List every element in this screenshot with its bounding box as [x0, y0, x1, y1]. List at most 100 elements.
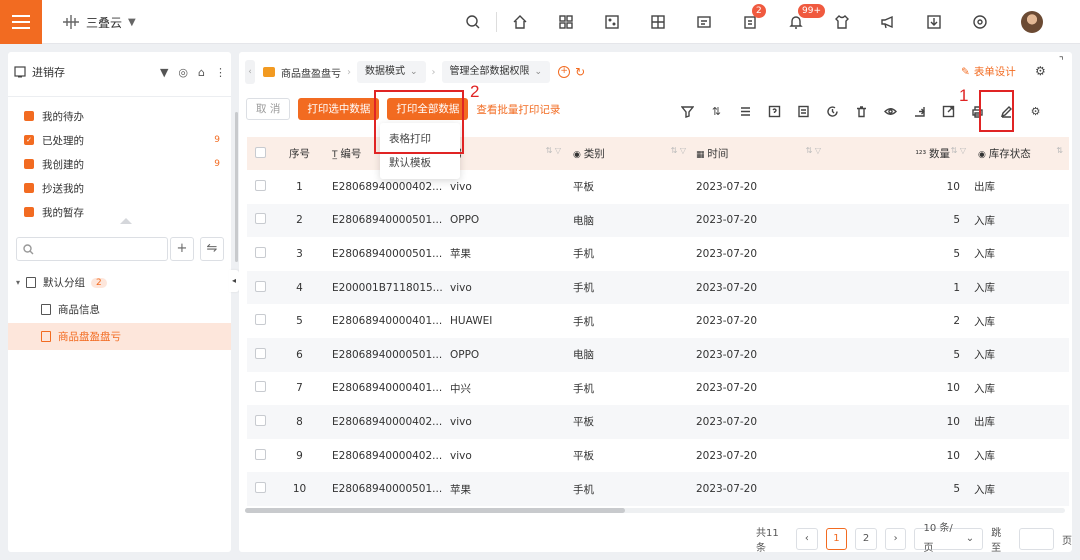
home-icon[interactable]: ⌂	[198, 66, 205, 79]
todo-item-created[interactable]: 我创建的 9	[24, 152, 220, 176]
page-2-button[interactable]: 2	[855, 528, 877, 550]
hamburger-menu-button[interactable]	[0, 0, 42, 44]
row-checkbox[interactable]	[247, 347, 277, 362]
settings-circle-icon[interactable]: ◎	[178, 66, 188, 79]
tree-group-default[interactable]: ▾ 默认分组 2	[8, 269, 231, 296]
refresh-icon[interactable]: ↻	[575, 65, 585, 79]
row-checkbox[interactable]	[247, 314, 277, 328]
table-row[interactable]: 5 E28068940000401... HUAWEI 手机 2023-07-20 2 入库	[247, 304, 1069, 338]
user-avatar[interactable]	[1021, 11, 1043, 33]
dice-icon[interactable]	[589, 10, 635, 34]
sort-filter-icon[interactable]: ⇅ ▽	[951, 146, 966, 155]
row-checkbox[interactable]	[247, 482, 277, 496]
table-row[interactable]: 2 E28068940000501... OPPO 电脑 2023-07-20 5 入库	[247, 203, 1069, 238]
settings-icon[interactable]: ⚙	[1021, 102, 1050, 120]
page-size-select[interactable]: 10 条/页 ⌄	[914, 523, 984, 554]
menu-item-default-template[interactable]: 默认模板	[380, 151, 460, 175]
page-size-label: 10 条/页	[923, 523, 953, 554]
pin-icon[interactable]: ⌝	[1059, 56, 1064, 67]
sidebar-scrollbar[interactable]	[235, 112, 238, 262]
sort-filter-icon[interactable]: ⇅	[1056, 146, 1063, 155]
tree-item-product-info[interactable]: 商品信息	[8, 296, 231, 323]
bell-icon[interactable]: 99+	[773, 4, 825, 34]
page-1-button[interactable]: 1	[825, 528, 848, 550]
pending-icon	[24, 111, 34, 121]
cell-index: 6	[296, 348, 303, 361]
cell-code: E28068940000402...	[332, 180, 442, 193]
todo-item-processed[interactable]: ✓ 已处理的 9	[24, 128, 220, 152]
table-row[interactable]: 4 E200001B7118015... vivo 手机 2023-07-20 1 入库	[247, 270, 1069, 305]
col-header-qty[interactable]: ¹²³ 数量 ⇅ ▽	[827, 146, 972, 161]
list-icon[interactable]	[731, 102, 760, 120]
permission-select[interactable]: 管理全部数据权限 ⌄	[441, 61, 551, 83]
sort-filter-icon[interactable]: ⇅ ▽	[671, 146, 686, 155]
data-mode-label: 数据模式	[365, 66, 405, 77]
dropdown-caret-icon[interactable]: ▼	[160, 66, 168, 79]
row-checkbox[interactable]	[247, 179, 277, 194]
col-header-category[interactable]: ◉ 类别 ⇅ ▽	[567, 146, 692, 161]
row-checkbox[interactable]	[247, 448, 277, 463]
swap-icon[interactable]: ⇋	[200, 237, 224, 261]
target-icon[interactable]	[957, 10, 1003, 34]
table-row[interactable]: 7 E28068940000401... 中兴 手机 2023-07-20 10 入库	[247, 372, 1069, 406]
more-icon[interactable]: ⋮	[215, 66, 226, 79]
sidebar-collapse-handle[interactable]: ◂	[229, 270, 239, 292]
download-icon[interactable]	[911, 10, 957, 34]
jump-page-input[interactable]	[1018, 528, 1054, 550]
shirt-icon[interactable]	[819, 10, 865, 34]
table-row[interactable]: 6 E28068940000501... OPPO 电脑 2023-07-20 5 入库	[247, 337, 1069, 372]
table-row[interactable]: 8 E28068940000402... vivo 平板 2023-07-20 10 出库	[247, 405, 1069, 439]
filter-icon[interactable]	[673, 102, 702, 120]
trash-icon[interactable]	[847, 102, 876, 120]
add-circle-icon[interactable]: +	[558, 66, 571, 78]
row-checkbox[interactable]	[247, 213, 277, 227]
col-header-time[interactable]: ▦ 时间 ⇅ ▽	[692, 146, 827, 161]
table-row[interactable]: 1 E28068940000402... vivo 平板 2023-07-20 10 出库	[247, 170, 1069, 204]
table-row[interactable]: 3 E28068940000501... 苹果 手机 2023-07-20 5 入库	[247, 237, 1069, 271]
cell-code: E28068940000401...	[332, 382, 442, 395]
apps-icon[interactable]	[543, 10, 589, 34]
form-design-button[interactable]: ✎ 表单设计	[961, 64, 1016, 79]
tree-item-stock-diff[interactable]: 商品盘盈盘亏	[8, 323, 231, 350]
horizontal-scrollbar[interactable]	[245, 508, 625, 513]
cancel-button[interactable]: 取 消	[246, 98, 291, 120]
todo-item-cc[interactable]: 抄送我的	[24, 176, 220, 200]
row-checkbox[interactable]	[247, 246, 277, 261]
select-all-checkbox[interactable]	[247, 146, 277, 161]
workspace-switcher[interactable]: 三叠云 ▼	[62, 13, 136, 31]
back-icon[interactable]: ‹	[245, 60, 255, 84]
sort-filter-icon[interactable]: ⇅ ▽	[546, 146, 561, 155]
eye-icon[interactable]	[876, 102, 905, 120]
cell-index: 9	[296, 449, 303, 462]
next-page-button[interactable]: ›	[884, 528, 907, 550]
sort-icon[interactable]: ⇅	[702, 102, 731, 120]
row-checkbox[interactable]	[247, 414, 277, 429]
grid-plus-icon[interactable]	[635, 10, 681, 34]
sort-filter-icon[interactable]: ⇅ ▽	[806, 146, 821, 155]
table-row[interactable]: 10 E28068940000501... 苹果 手机 2023-07-20 5 入库	[247, 472, 1069, 506]
row-checkbox[interactable]	[247, 381, 277, 395]
col-header-stock-status[interactable]: ◉ 库存状态 ⇅	[972, 146, 1069, 161]
col-header-label: 库存状态	[988, 148, 1031, 160]
add-button[interactable]: +	[170, 237, 194, 261]
row-checkbox[interactable]	[247, 280, 277, 295]
search-icon[interactable]	[450, 10, 496, 34]
card-icon[interactable]	[681, 10, 727, 34]
home-icon[interactable]	[497, 10, 543, 34]
prev-page-button[interactable]: ‹	[796, 528, 818, 550]
help-icon[interactable]	[760, 102, 789, 120]
data-mode-select[interactable]: 数据模式 ⌄	[357, 61, 426, 83]
collapse-up-icon[interactable]	[120, 218, 132, 224]
clipboard-icon[interactable]: 2	[727, 4, 773, 34]
import-icon[interactable]	[905, 102, 934, 120]
sidebar-search-input[interactable]	[16, 237, 168, 261]
print-history-link[interactable]: 查看批量打印记录	[476, 102, 560, 117]
megaphone-icon[interactable]	[865, 10, 911, 34]
todo-item-pending[interactable]: 我的待办	[24, 104, 220, 128]
form-view-icon[interactable]	[789, 102, 818, 120]
history-icon[interactable]	[818, 102, 847, 120]
table-row[interactable]: 9 E28068940000402... vivo 平板 2023-07-20 10 入库	[247, 439, 1069, 473]
print-selected-button[interactable]: 打印选中数据	[298, 98, 380, 120]
gear-icon[interactable]: ⚙	[1035, 64, 1046, 78]
total-count: 共11条	[756, 528, 779, 554]
